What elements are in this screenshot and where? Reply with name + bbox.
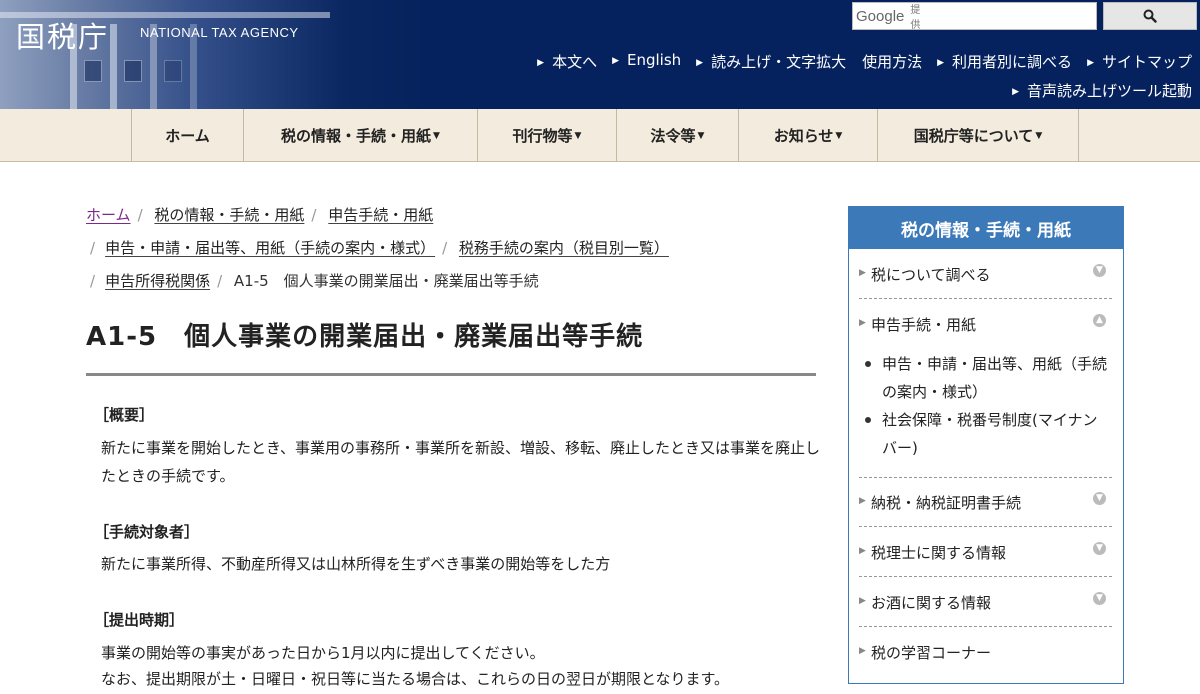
sidebar-menu: 税の情報・手続・用紙 ▶ 税について調べる ▼ ▶ 申告手続・用紙 ▲ 申告・申… xyxy=(848,206,1124,684)
link-voice-reader-tool[interactable]: 音声読み上げツール起動 xyxy=(1012,80,1192,101)
expand-icon[interactable]: ▼ xyxy=(1093,592,1106,605)
caret-down-icon: ▼ xyxy=(1035,130,1043,141)
arrow-right-icon: ▶ xyxy=(859,596,866,606)
link-english[interactable]: English xyxy=(612,51,681,72)
link-read-aloud-enlarge[interactable]: 読み上げ・文字拡大 xyxy=(696,51,846,72)
section-body-applicants: 新たに事業所得、不動産所得又は山林所得を生ずべき事業の開始等をした方 xyxy=(101,555,611,573)
caret-down-icon: ▼ xyxy=(574,130,582,141)
nav-news[interactable]: お知らせ ▼ xyxy=(739,109,878,162)
site-header: 国税庁 NATIONAL TAX AGENCY Google 提供 本文へ En… xyxy=(0,0,1200,109)
link-skip-to-content[interactable]: 本文へ xyxy=(537,51,597,72)
arrow-right-icon: ▶ xyxy=(859,268,866,278)
sidebar-item-tax-payment[interactable]: ▶ 納税・納税証明書手続 ▼ xyxy=(859,477,1112,527)
nav-laws[interactable]: 法令等 ▼ xyxy=(617,109,739,162)
global-nav: ホーム 税の情報・手続・用紙 ▼ 刊行物等 ▼ 法令等 ▼ お知らせ ▼ 国税庁等につい… xyxy=(0,109,1200,162)
breadcrumb-forms[interactable]: 申告・申請・届出等、用紙（手続の案内・様式） xyxy=(105,239,435,257)
sidebar-heading[interactable]: 税の情報・手続・用紙 xyxy=(849,207,1123,249)
breadcrumb-filing-procedures[interactable]: 申告手続・用紙 xyxy=(328,206,433,224)
search-button[interactable] xyxy=(1103,2,1197,30)
arrow-right-icon: ▶ xyxy=(859,318,866,328)
expand-icon[interactable]: ▼ xyxy=(1093,492,1106,505)
breadcrumb-income-tax[interactable]: 申告所得税関係 xyxy=(105,272,210,290)
link-by-user[interactable]: 利用者別に調べる xyxy=(937,51,1072,72)
breadcrumb-procedure-list[interactable]: 税務手続の案内（税目別一覧） xyxy=(459,239,669,257)
section-body-timing-2: なお、提出期限が土・日曜日・祝日等に当たる場合は、これらの日の翌日が期限となりま… xyxy=(101,670,730,688)
arrow-right-icon: ▶ xyxy=(859,646,866,656)
page-title: A1-5 個人事業の開業届出・廃業届出等手続 xyxy=(86,322,644,352)
nav-about[interactable]: 国税庁等について ▼ xyxy=(878,109,1079,162)
caret-down-icon: ▼ xyxy=(433,130,440,141)
nav-publications[interactable]: 刊行物等 ▼ xyxy=(478,109,617,162)
section-heading-timing: ［提出時期］ xyxy=(94,611,185,629)
collapse-icon[interactable]: ▲ xyxy=(1093,314,1106,327)
sidebar-submenu: 申告・申請・届出等、用紙（手続の案内・様式） 社会保障・税番号制度(マイナンバー… xyxy=(862,350,1107,462)
nav-tax-info[interactable]: 税の情報・手続・用紙 ▼ xyxy=(244,109,478,162)
caret-down-icon: ▼ xyxy=(697,130,705,141)
google-brand: Google xyxy=(856,7,905,25)
breadcrumb-tax-info[interactable]: 税の情報・手続・用紙 xyxy=(154,206,304,224)
section-heading-overview: ［概要］ xyxy=(94,406,155,424)
expand-icon[interactable]: ▼ xyxy=(1093,542,1106,555)
breadcrumb-home[interactable]: ホーム xyxy=(86,206,131,224)
sidebar-subitem-forms[interactable]: 申告・申請・届出等、用紙（手続の案内・様式） xyxy=(862,350,1107,406)
site-logo-english: NATIONAL TAX AGENCY xyxy=(140,25,299,40)
search-icon xyxy=(1143,9,1157,23)
site-logo[interactable]: 国税庁 xyxy=(16,14,109,56)
sidebar-item-research-tax[interactable]: ▶ 税について調べる ▼ xyxy=(859,249,1112,299)
caret-down-icon: ▼ xyxy=(835,130,843,141)
search-provided-label: 提供 xyxy=(910,5,921,31)
sidebar-item-tax-learning[interactable]: ▶ 税の学習コーナー xyxy=(859,627,1112,677)
section-body-overview: 新たに事業を開始したとき、事業用の事務所・事業所を新設、増設、移転、廃止したとき… xyxy=(101,439,820,485)
breadcrumb-current: A1-5 個人事業の開業届出・廃業届出等手続 xyxy=(233,272,539,290)
link-how-to-use[interactable]: 使用方法 xyxy=(862,51,922,72)
arrow-right-icon: ▶ xyxy=(859,546,866,556)
sidebar-subitem-mynumber[interactable]: 社会保障・税番号制度(マイナンバー) xyxy=(862,406,1107,462)
section-heading-applicants: ［手続対象者］ xyxy=(94,523,200,541)
sidebar-item-liquor[interactable]: ▶ お酒に関する情報 ▼ xyxy=(859,577,1112,627)
link-sitemap[interactable]: サイトマップ xyxy=(1087,51,1192,72)
expand-icon[interactable]: ▼ xyxy=(1093,264,1106,277)
utility-links: 本文へ English 読み上げ・文字拡大 使用方法 利用者別に調べる サイトマ… xyxy=(522,51,1192,72)
section-body-timing-1: 事業の開始等の事実があった日から1月以内に提出してください。 xyxy=(101,644,545,662)
nav-home[interactable]: ホーム xyxy=(132,109,244,162)
search-box[interactable]: Google 提供 xyxy=(852,2,1098,31)
arrow-right-icon: ▶ xyxy=(859,496,866,506)
search-input[interactable] xyxy=(920,4,1098,28)
title-divider xyxy=(86,373,816,376)
sidebar-item-tax-accountant[interactable]: ▶ 税理士に関する情報 ▼ xyxy=(859,527,1112,577)
